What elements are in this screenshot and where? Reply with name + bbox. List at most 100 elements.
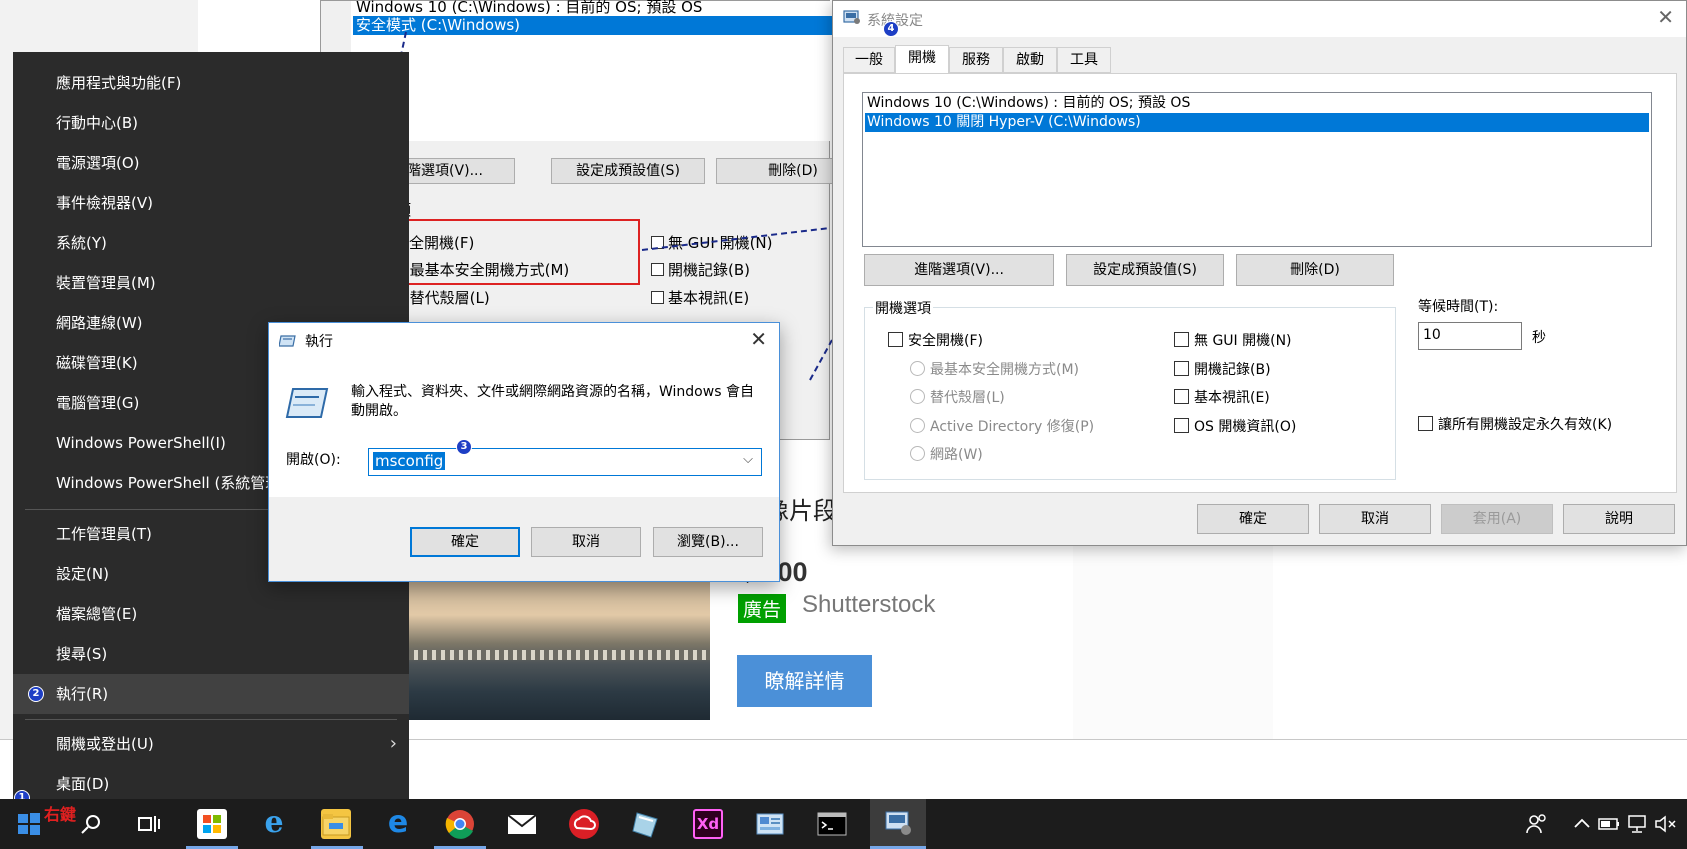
msconfig-taskbar-button[interactable]: [870, 799, 926, 849]
task-view-icon[interactable]: [134, 809, 164, 839]
apply-button[interactable]: 套用(A): [1441, 504, 1553, 534]
safe-boot-network-radio[interactable]: 網路(W): [910, 444, 983, 464]
step-badge-3: 3: [456, 439, 472, 455]
checkbox-icon: [1174, 361, 1189, 376]
boot-entry-list[interactable]: Windows 10 (C:\Windows) : 目前的 OS; 預設 OS …: [862, 92, 1652, 247]
menu-item-device-manager[interactable]: 裝置管理員(M): [13, 263, 409, 303]
step-badge-2: 2: [28, 686, 44, 702]
chevron-down-icon[interactable]: ⌵: [743, 452, 753, 467]
menu-item-file-explorer[interactable]: 檔案總管(E): [13, 594, 409, 634]
menu-separator: [25, 719, 397, 720]
tab-boot[interactable]: 開機: [895, 45, 949, 74]
close-icon[interactable]: ✕: [1657, 5, 1674, 29]
mail-icon[interactable]: [507, 809, 537, 839]
tab-services[interactable]: 服務: [949, 47, 1003, 73]
radio-icon: [910, 418, 925, 433]
delete-button[interactable]: 刪除(D): [1236, 254, 1394, 286]
ad-image-bridge: [405, 650, 710, 660]
boot-entry[interactable]: Windows 10 (C:\Windows) : 目前的 OS; 預設 OS: [865, 94, 1649, 113]
safe-boot-minimal-radio[interactable]: 最基本安全開機方式(M): [910, 359, 1079, 379]
people-icon[interactable]: [1522, 809, 1552, 839]
tab-general[interactable]: 一般: [843, 47, 895, 73]
run-icon: [285, 388, 329, 418]
help-button[interactable]: 說明: [1563, 504, 1675, 534]
taskbar: e e Xd: [0, 799, 1687, 849]
boot-tab-panel: Windows 10 (C:\Windows) : 目前的 OS; 預設 OS …: [843, 73, 1677, 493]
safe-boot-checkbox[interactable]: 安全開機(F): [888, 330, 983, 350]
run-dialog-body: 輸入程式、資料夾、文件或網際網路資源的名稱，Windows 會自動開啟。 開啟(…: [269, 361, 779, 497]
run-description: 輸入程式、資料夾、文件或網際網路資源的名稱，Windows 會自動開啟。: [351, 384, 754, 419]
battery-icon[interactable]: [1597, 809, 1621, 839]
menu-item-event-viewer[interactable]: 事件檢視器(V): [13, 183, 409, 223]
ad-cta-button[interactable]: 瞭解詳情: [737, 655, 872, 707]
safe-boot-alternate-shell-radio[interactable]: 替代殼層(L): [910, 387, 1005, 407]
step-badge-4: 4: [883, 21, 899, 37]
search-icon[interactable]: [76, 809, 106, 839]
os-boot-info-checkbox[interactable]: OS 開機資訊(O): [1174, 416, 1296, 436]
command-prompt-icon[interactable]: [817, 809, 847, 839]
boot-entry-selected[interactable]: Windows 10 關閉 Hyper-V (C:\Windows): [865, 113, 1649, 132]
run-app-icon: [279, 335, 296, 347]
menu-item-system[interactable]: 系統(Y): [13, 223, 409, 263]
run-ok-button[interactable]: 確定: [410, 527, 520, 557]
adobe-xd-icon[interactable]: Xd: [693, 809, 723, 839]
visio-icon[interactable]: [631, 809, 661, 839]
menu-item-apps-features[interactable]: 應用程式與功能(F): [13, 63, 409, 103]
menu-item-search[interactable]: 搜尋(S): [13, 634, 409, 674]
cancel-button[interactable]: 取消: [1319, 504, 1431, 534]
file-explorer-icon[interactable]: [321, 809, 351, 839]
timeout-unit: 秒: [1532, 330, 1546, 346]
menu-item-power-options[interactable]: 電源選項(O): [13, 143, 409, 183]
internet-explorer-icon[interactable]: e: [259, 808, 289, 839]
checkbox-icon: [888, 332, 903, 347]
run-open-label: 開啟(O):: [286, 452, 341, 468]
windows-start-icon[interactable]: [14, 809, 44, 839]
set-default-button[interactable]: 設定成預設值(S): [1066, 254, 1224, 286]
run-dialog: 執行 ✕ 輸入程式、資料夾、文件或網際網路資源的名稱，Windows 會自動開啟…: [268, 322, 780, 582]
annotation-right-click: 右鍵: [44, 805, 77, 824]
no-gui-boot-checkbox[interactable]: 無 GUI 開機(N): [1174, 330, 1292, 350]
volume-mute-icon[interactable]: [1653, 809, 1679, 839]
msconfig-app-icon: [843, 10, 860, 24]
menu-item-action-center[interactable]: 行動中心(B): [13, 103, 409, 143]
timeout-label: 等候時間(T):: [1418, 299, 1499, 315]
ok-button[interactable]: 確定: [1197, 504, 1309, 534]
run-command-value: msconfig: [373, 452, 446, 470]
system-configuration-window: 系統設定 4 ✕ 一般 開機 服務 啟動 工具 Windows 10 (C:\W…: [832, 0, 1687, 546]
radio-icon: [910, 389, 925, 404]
edge-icon[interactable]: e: [383, 808, 413, 839]
checkbox-icon: [1174, 389, 1189, 404]
advanced-options-button[interactable]: 進階選項(V)...: [864, 254, 1054, 286]
title-bar: 系統設定 4 ✕: [833, 1, 1686, 37]
run-command-input[interactable]: msconfig ⌵: [368, 448, 762, 476]
make-permanent-checkbox[interactable]: 讓所有開機設定永久有效(K): [1418, 414, 1612, 434]
menu-item-shutdown-label: 關機或登出(U): [56, 735, 154, 753]
checkbox-icon: [1174, 332, 1189, 347]
close-icon[interactable]: ✕: [750, 327, 767, 351]
checkbox-icon: [1174, 418, 1189, 433]
run-dialog-title: 執行: [305, 334, 333, 350]
timeout-input[interactable]: 10: [1418, 322, 1522, 350]
ad-badge: 廣告: [738, 594, 787, 623]
chevron-up-icon[interactable]: [1567, 809, 1597, 839]
store-icon[interactable]: [197, 809, 227, 839]
checkbox-icon: [1418, 416, 1433, 431]
safe-boot-ad-repair-radio[interactable]: Active Directory 修復(P): [910, 416, 1094, 436]
radio-icon: [910, 361, 925, 376]
ad-brand: Shutterstock: [802, 591, 936, 618]
control-panel-icon[interactable]: [755, 809, 785, 839]
boot-options-group: 開機選項 安全開機(F) 最基本安全開機方式(M) 替代殼層(L) Active…: [864, 298, 1396, 480]
tab-tools[interactable]: 工具: [1057, 47, 1111, 73]
run-cancel-button[interactable]: 取消: [531, 527, 641, 557]
creative-cloud-icon[interactable]: [569, 809, 599, 839]
network-icon[interactable]: [1625, 809, 1649, 839]
menu-item-run[interactable]: 執行(R): [13, 674, 409, 714]
tab-startup[interactable]: 啟動: [1003, 47, 1057, 73]
menu-item-desktop[interactable]: 桌面(D): [13, 764, 409, 804]
boot-options-label: 開機選項: [873, 298, 933, 318]
chrome-icon[interactable]: [445, 809, 475, 839]
menu-item-shutdown[interactable]: 關機或登出(U) ›: [13, 724, 409, 764]
base-video-checkbox[interactable]: 基本視訊(E): [1174, 387, 1270, 407]
run-browse-button[interactable]: 瀏覽(B)...: [653, 527, 763, 557]
boot-log-checkbox[interactable]: 開機記錄(B): [1174, 359, 1271, 379]
